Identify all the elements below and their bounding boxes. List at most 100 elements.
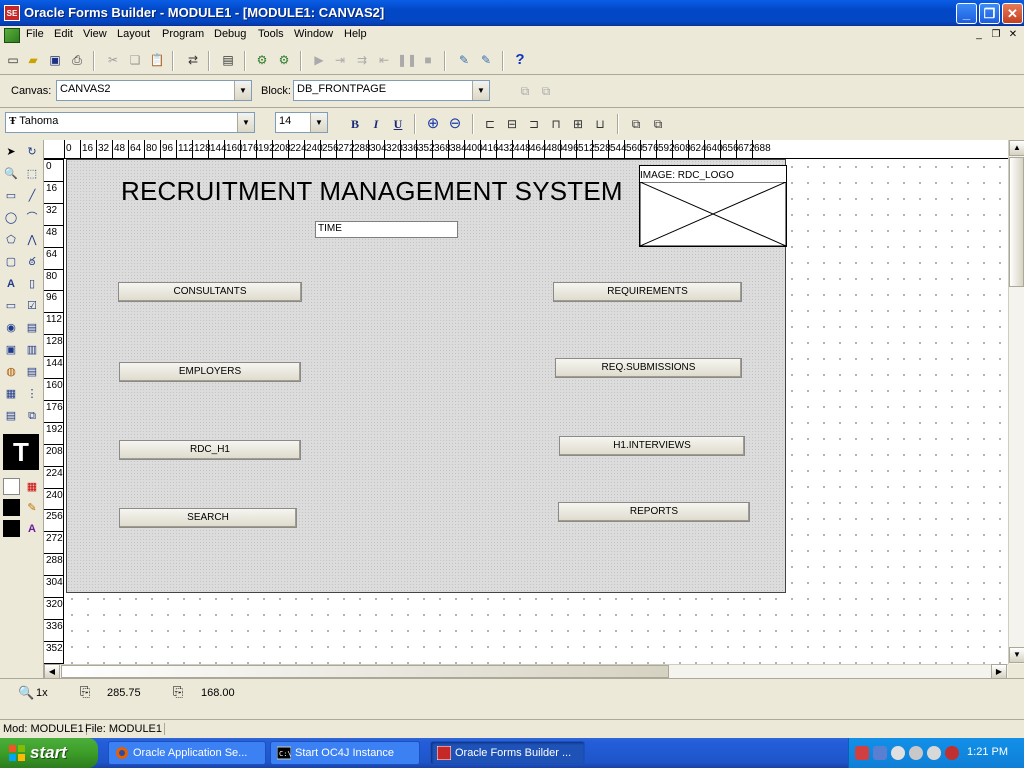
align-bottom-icon[interactable]: ⊔	[591, 115, 609, 133]
image-tool-icon[interactable]: ▣	[1, 340, 21, 360]
magnify-icon[interactable]: 🔍	[1, 164, 21, 184]
scroll-up-icon[interactable]: ▲	[1009, 140, 1024, 156]
canvas-select[interactable]: CANVAS2 ▼	[56, 80, 252, 101]
vertical-scrollbar[interactable]: ▲ ▼	[1008, 140, 1024, 664]
close-button[interactable]: ✕	[1002, 3, 1023, 24]
group-icon[interactable]: ⧉	[627, 115, 645, 133]
open-icon[interactable]: ▰	[24, 51, 42, 69]
paste-icon[interactable]: 📋	[148, 51, 166, 69]
rounded-rect-tool-icon[interactable]: ▢	[1, 252, 21, 272]
stacked-canvas-tool-icon[interactable]: ⧉	[22, 406, 42, 426]
ungroup-icon[interactable]: ⧉	[649, 115, 667, 133]
form-title[interactable]: RECRUITMENT MANAGEMENT SYSTEM	[121, 176, 623, 207]
chevron-down-icon[interactable]: ▼	[310, 113, 327, 132]
scroll-down-icon[interactable]: ▼	[1009, 647, 1024, 663]
layout-editor-icon[interactable]: ✎	[455, 51, 473, 69]
time-field[interactable]: TIME	[315, 221, 458, 238]
list-item-tool-icon[interactable]: ▦	[1, 384, 21, 404]
save-icon[interactable]: ▣	[46, 51, 64, 69]
employers-button[interactable]: EMPLOYERS	[119, 362, 301, 382]
chart-tool-icon[interactable]: ▥	[22, 340, 42, 360]
zoom-out-icon[interactable]: ⊖	[446, 115, 464, 133]
font-select[interactable]: Ŧ Tahoma ▼	[5, 112, 255, 133]
consultants-button[interactable]: CONSULTANTS	[118, 282, 302, 302]
copy-icon[interactable]: ❏	[126, 51, 144, 69]
rectangle-tool-icon[interactable]: ▭	[1, 186, 21, 206]
freehand-tool-icon[interactable]: ఠ	[22, 252, 42, 272]
polyline-tool-icon[interactable]: ⋀	[22, 230, 42, 250]
line-color-swatch[interactable]	[3, 499, 20, 516]
logo-image-item[interactable]: IMAGE: RDC_LOGO	[639, 165, 787, 247]
button-tool-icon[interactable]: ▭	[1, 296, 21, 316]
clock[interactable]: 1:21 PM	[967, 746, 1008, 758]
send-backward-icon[interactable]: ⧉	[537, 82, 555, 100]
stop-icon[interactable]: ■	[419, 51, 437, 69]
go-icon[interactable]: ▶	[310, 51, 328, 69]
chevron-down-icon[interactable]: ▼	[472, 81, 489, 100]
polygon-tool-icon[interactable]: ⬠	[1, 230, 21, 250]
reports-button[interactable]: REPORTS	[558, 502, 750, 522]
italic-button[interactable]: I	[367, 115, 385, 133]
menu-view[interactable]: View	[83, 28, 107, 40]
h1-interviews-button[interactable]: H1.INTERVIEWS	[559, 436, 745, 456]
network-icon[interactable]	[873, 746, 887, 760]
horizontal-scroll-thumb[interactable]	[61, 665, 669, 678]
ellipse-tool-icon[interactable]: ◯	[1, 208, 21, 228]
vertical-scroll-thumb[interactable]	[1009, 157, 1024, 287]
reshape-icon[interactable]: ⬚	[22, 164, 42, 184]
display-item-tool-icon[interactable]: ▤	[22, 362, 42, 382]
volume-icon[interactable]	[927, 746, 941, 760]
layout-editor-surface[interactable]: RECRUITMENT MANAGEMENT SYSTEM TIME CONSU…	[64, 159, 1008, 664]
taskbar-item-forms-builder[interactable]: Oracle Forms Builder ...	[430, 741, 585, 765]
compile-icon[interactable]: ▤	[219, 51, 237, 69]
font-size-select[interactable]: 14 ▼	[275, 112, 328, 133]
text-color-icon[interactable]: A	[22, 519, 42, 539]
horizontal-scrollbar[interactable]: ◀ ▶	[44, 664, 1008, 679]
module-icon[interactable]	[4, 28, 20, 43]
property-palette-icon[interactable]: ✎	[477, 51, 495, 69]
text-item-tool-icon[interactable]: ▤	[22, 318, 42, 338]
fill-color-swatch[interactable]	[3, 478, 20, 495]
align-right-icon[interactable]: ⊐	[525, 115, 543, 133]
hierarchical-tree-icon[interactable]: ⋮	[22, 384, 42, 404]
search-button[interactable]: SEARCH	[119, 508, 297, 528]
pause-icon[interactable]: ❚❚	[397, 51, 417, 69]
line-tool-icon[interactable]: ╱	[22, 186, 42, 206]
bold-button[interactable]: B	[346, 115, 364, 133]
line-color-icon[interactable]: ✎	[22, 498, 42, 518]
new-icon[interactable]: ▭	[4, 51, 22, 69]
radio-tool-icon[interactable]: ◉	[1, 318, 21, 338]
menu-debug[interactable]: Debug	[214, 28, 246, 40]
print-icon[interactable]: ⎙	[68, 51, 86, 69]
text-color-swatch[interactable]	[3, 520, 20, 537]
block-select[interactable]: DB_FRONTPAGE ▼	[293, 80, 490, 101]
menu-edit[interactable]: Edit	[54, 28, 73, 40]
text-tool-icon[interactable]: A	[1, 274, 21, 294]
start-button[interactable]: start	[0, 738, 98, 768]
debug-form-icon[interactable]: ⚙	[275, 51, 293, 69]
menu-tools[interactable]: Tools	[258, 28, 284, 40]
chevron-down-icon[interactable]: ▼	[234, 81, 251, 100]
security-icon[interactable]	[945, 746, 959, 760]
title-bar[interactable]: SE Oracle Forms Builder - MODULE1 - [MOD…	[0, 0, 1024, 26]
text-color-preview[interactable]: T	[3, 434, 39, 470]
rotate-icon[interactable]: ↻	[22, 142, 42, 162]
align-left-icon[interactable]: ⊏	[481, 115, 499, 133]
underline-button[interactable]: U	[389, 115, 407, 133]
arc-tool-icon[interactable]: ⌒	[22, 208, 42, 228]
help-icon[interactable]: ?	[511, 51, 529, 69]
zoom-in-icon[interactable]: ⊕	[424, 115, 442, 133]
scroll-left-icon[interactable]: ◀	[44, 664, 60, 679]
align-top-icon[interactable]: ⊓	[547, 115, 565, 133]
mdi-minimize-icon[interactable]: _	[972, 29, 986, 42]
requirements-button[interactable]: REQUIREMENTS	[553, 282, 742, 302]
scroll-right-icon[interactable]: ▶	[991, 664, 1007, 679]
select-arrow-icon[interactable]: ➤	[1, 142, 21, 162]
chevron-down-icon[interactable]: ▼	[237, 113, 254, 132]
minimize-button[interactable]: _	[956, 3, 977, 24]
menu-file[interactable]: File	[26, 28, 44, 40]
checkbox-tool-icon[interactable]: ☑	[22, 296, 42, 316]
fill-color-icon[interactable]: ▦	[22, 477, 42, 497]
mdi-close-icon[interactable]: ✕	[1006, 29, 1020, 42]
frame-tool-icon[interactable]: ▯	[22, 274, 42, 294]
